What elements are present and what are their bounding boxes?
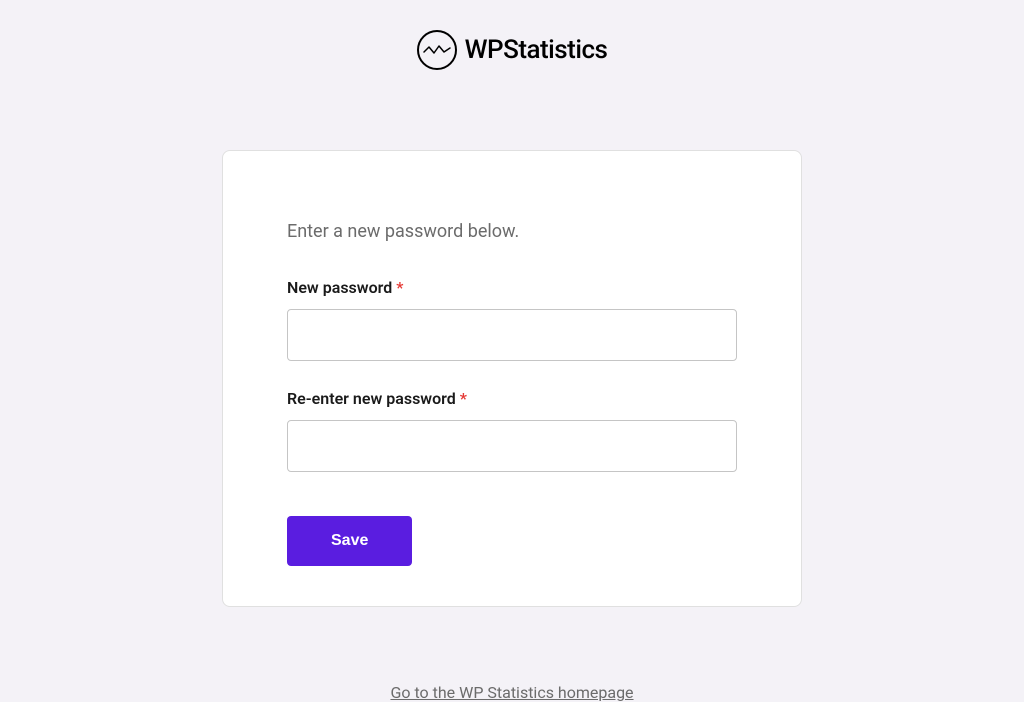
reenter-password-group: Re-enter new password * — [287, 389, 737, 472]
logo-icon — [417, 30, 457, 70]
new-password-label: New password * — [287, 278, 737, 297]
reenter-password-label: Re-enter new password * — [287, 389, 737, 408]
logo-text: WPStatistics — [465, 35, 608, 65]
reenter-password-input[interactable] — [287, 420, 737, 472]
save-button[interactable]: Save — [287, 516, 412, 566]
required-marker: * — [460, 389, 467, 408]
required-marker: * — [396, 278, 403, 297]
new-password-input[interactable] — [287, 309, 737, 361]
homepage-link[interactable]: Go to the WP Statistics homepage — [390, 683, 633, 702]
new-password-group: New password * — [287, 278, 737, 361]
password-reset-card: Enter a new password below. New password… — [222, 150, 802, 607]
logo: WPStatistics — [417, 30, 608, 70]
instruction-text: Enter a new password below. — [287, 221, 737, 242]
